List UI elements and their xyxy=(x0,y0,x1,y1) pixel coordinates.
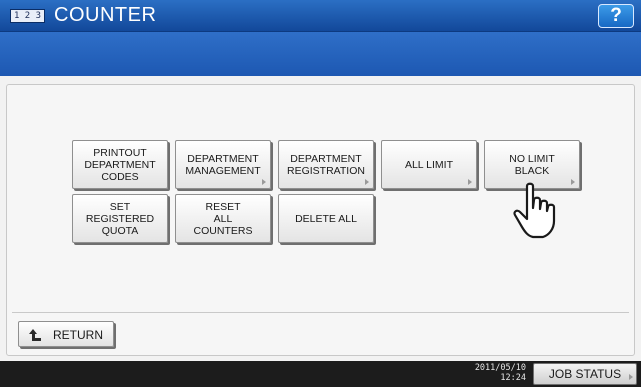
header-band xyxy=(0,32,641,76)
divider xyxy=(12,312,629,313)
return-label: RETURN xyxy=(53,328,103,342)
department-registration-button[interactable]: DEPARTMENT REGISTRATION xyxy=(278,140,374,189)
job-status-button[interactable]: JOB STATUS xyxy=(533,363,637,385)
reset-all-counters-button[interactable]: RESET ALL COUNTERS xyxy=(175,194,271,243)
button-label: DEPARTMENT MANAGEMENT xyxy=(185,152,261,177)
datetime-display: 2011/05/10 12:24 xyxy=(466,363,526,383)
button-label: SET REGISTERED QUOTA xyxy=(85,200,155,237)
button-label: RESET ALL COUNTERS xyxy=(193,200,253,237)
help-button[interactable]: ? xyxy=(598,4,634,28)
time-text: 12:24 xyxy=(500,373,526,383)
date-text: 2011/05/10 xyxy=(474,363,526,373)
arrow-right-icon xyxy=(365,179,369,185)
delete-all-button[interactable]: DELETE ALL xyxy=(278,194,374,243)
job-status-label: JOB STATUS xyxy=(548,367,622,381)
button-label: NO LIMIT BLACK xyxy=(509,152,555,177)
arrow-right-icon xyxy=(468,179,472,185)
arrow-right-icon xyxy=(571,179,575,185)
return-button[interactable]: RETURN xyxy=(18,321,114,347)
arrow-right-icon xyxy=(262,179,266,185)
set-registered-quota-button[interactable]: SET REGISTERED QUOTA xyxy=(72,194,168,243)
counter-icon: 1 2 3 xyxy=(10,9,45,23)
all-limit-button[interactable]: ALL LIMIT xyxy=(381,140,477,189)
department-management-button[interactable]: DEPARTMENT MANAGEMENT xyxy=(175,140,271,189)
hand-pointer-icon xyxy=(513,182,556,239)
button-label: DEPARTMENT REGISTRATION xyxy=(287,152,365,177)
return-arrow-icon xyxy=(29,329,41,341)
title-bar: 1 2 3 COUNTER ? xyxy=(0,0,641,32)
printout-department-codes-button[interactable]: PRINTOUT DEPARTMENT CODES xyxy=(72,140,168,189)
page-title: COUNTER xyxy=(54,4,157,26)
button-label: DELETE ALL xyxy=(295,212,357,225)
button-label: ALL LIMIT xyxy=(404,158,454,171)
button-label: PRINTOUT DEPARTMENT CODES xyxy=(84,146,156,183)
arrow-right-icon xyxy=(629,374,633,380)
